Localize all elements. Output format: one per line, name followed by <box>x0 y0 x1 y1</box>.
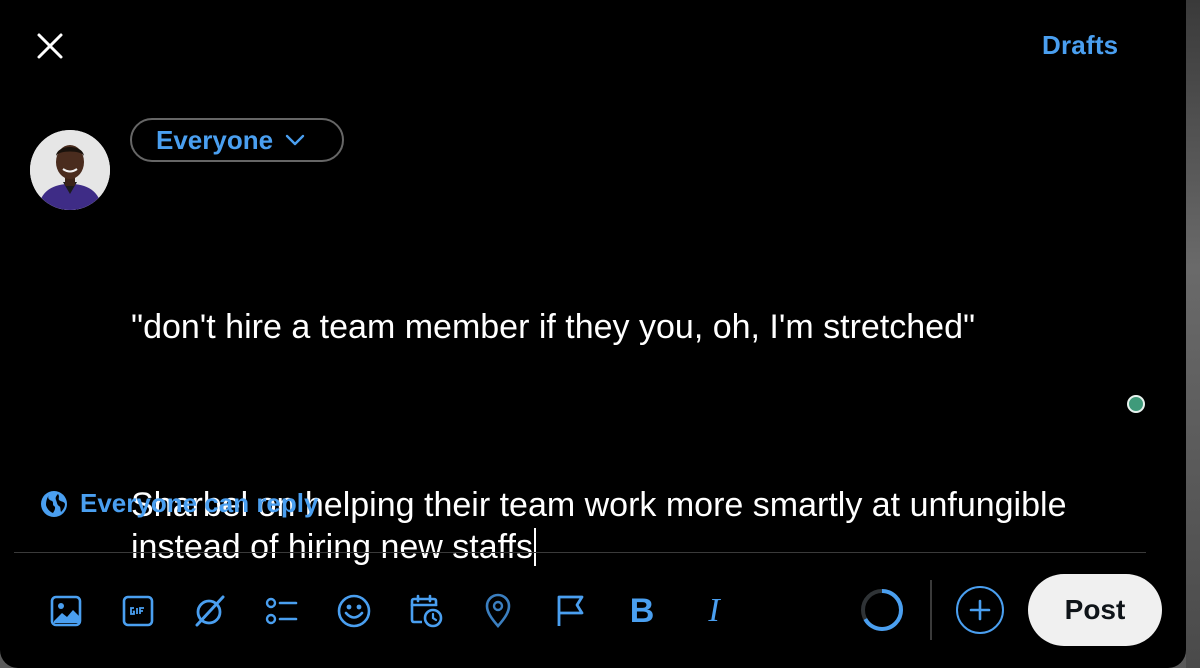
status-dot <box>1127 395 1145 413</box>
add-post-button[interactable] <box>956 586 1004 634</box>
schedule-icon <box>410 594 443 628</box>
flag-button[interactable] <box>534 584 606 638</box>
text-caret <box>533 528 536 566</box>
grok-icon <box>195 595 225 627</box>
compose-toolbar: B I <box>30 584 750 638</box>
bold-icon: B <box>629 591 655 630</box>
reply-setting-button[interactable]: Everyone can reply <box>40 488 318 519</box>
gif-icon <box>122 595 154 627</box>
close-button[interactable] <box>28 24 72 68</box>
poll-button[interactable] <box>246 584 318 638</box>
plus-icon <box>969 599 991 621</box>
schedule-button[interactable] <box>390 584 462 638</box>
media-button[interactable] <box>30 584 102 638</box>
italic-icon: I <box>708 592 720 629</box>
image-icon <box>50 595 82 627</box>
location-button[interactable] <box>462 584 534 638</box>
emoji-button[interactable] <box>318 584 390 638</box>
bold-button[interactable]: B <box>606 584 678 638</box>
background-window-edge <box>1186 0 1200 668</box>
drafts-link[interactable]: Drafts <box>1042 30 1118 61</box>
gif-button[interactable] <box>102 584 174 638</box>
compose-modal: Drafts Everyone "don't hire a team membe… <box>0 0 1186 668</box>
toolbar-separator <box>930 580 932 640</box>
location-icon <box>485 593 511 628</box>
avatar-image <box>30 130 110 210</box>
grok-button[interactable] <box>174 584 246 638</box>
avatar[interactable] <box>30 130 110 210</box>
divider <box>14 552 1146 553</box>
audience-selector[interactable]: Everyone <box>130 118 344 162</box>
poll-icon <box>265 597 298 625</box>
post-paragraph: "don't hire a team member if they you, o… <box>131 308 976 346</box>
character-count-ring <box>861 589 903 631</box>
flag-icon <box>557 595 584 626</box>
chevron-down-icon <box>285 134 305 146</box>
globe-icon <box>41 490 67 517</box>
emoji-icon <box>337 594 371 628</box>
audience-label: Everyone <box>156 124 274 155</box>
reply-setting-label: Everyone can reply <box>80 488 319 518</box>
post-button[interactable]: Post <box>1028 574 1162 646</box>
italic-button[interactable]: I <box>678 584 750 638</box>
close-icon <box>37 33 63 59</box>
